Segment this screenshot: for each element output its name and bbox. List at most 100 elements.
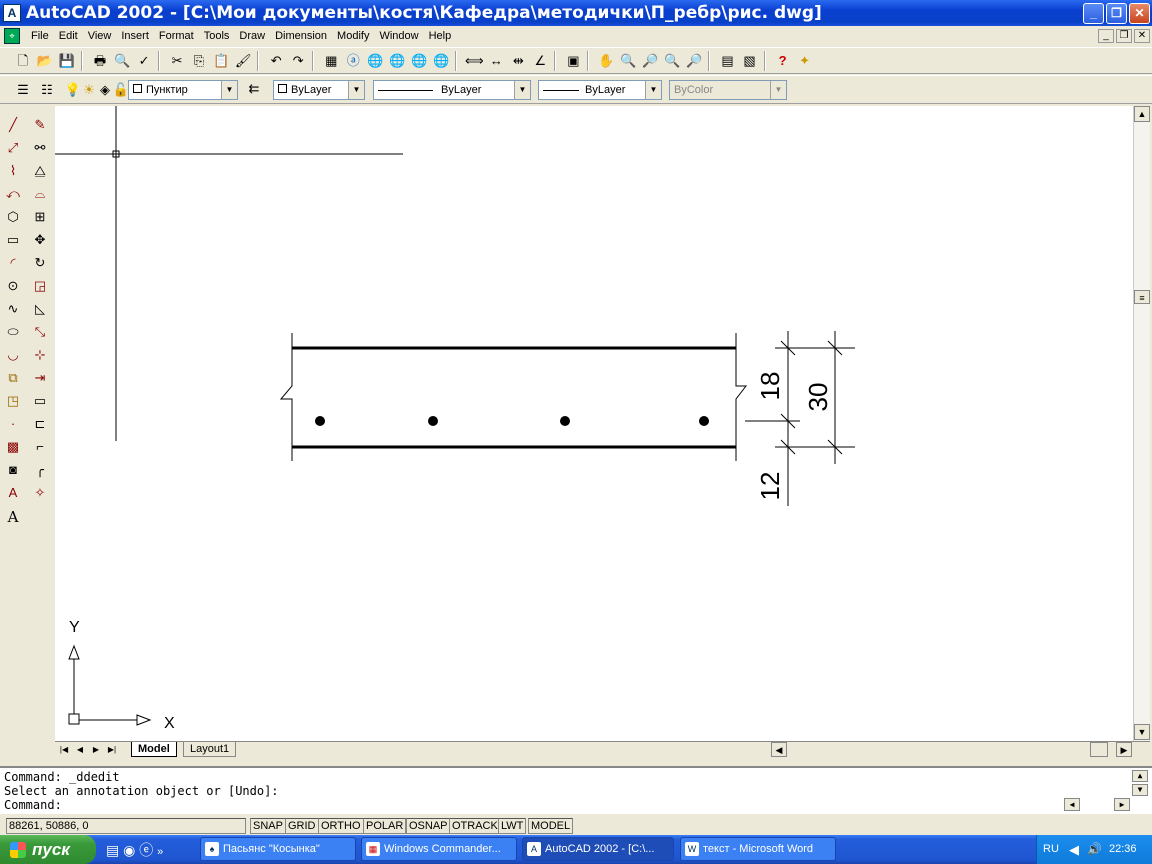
redo-icon[interactable]: ↷ [287,50,309,72]
language-indicator[interactable]: RU [1043,835,1059,864]
text-icon[interactable]: A [2,506,24,528]
snap-toggle[interactable]: SNAP [250,818,286,834]
make-block-icon[interactable]: ◳ [2,390,24,412]
region-icon[interactable]: ◙ [2,459,24,481]
vertical-scrollbar[interactable]: ▲ ≡ ▼ [1133,106,1150,742]
task-solitaire[interactable]: ♠ Пасьянс "Косынка" [200,837,356,861]
tab-layout1[interactable]: Layout1 [183,742,237,757]
lineweight-select[interactable]: ByLayer ▼ [538,80,662,100]
break-at-point-icon[interactable]: ▭ [29,390,51,412]
explode-icon[interactable]: ✧ [29,482,51,504]
web-icon-3[interactable]: 🌐 [408,50,430,72]
layer-select[interactable]: Пунктир ▼ [128,80,238,100]
document-icon[interactable]: ⌖ [4,28,20,44]
undo-icon[interactable]: ↶ [265,50,287,72]
doc-minimize-button[interactable]: _ [1098,29,1114,43]
zoom-extents-icon[interactable]: 🔎 [683,50,705,72]
mtext-icon[interactable]: A [2,482,24,504]
ortho-toggle[interactable]: ORTHO [318,818,364,834]
properties-icon[interactable]: ▣ [562,50,584,72]
match-properties-icon[interactable]: 🖌 [232,50,254,72]
lengthen-icon[interactable]: ⤡ [29,321,51,343]
menu-modify[interactable]: Modify [332,30,374,42]
ellipse-icon[interactable]: ⬭ [2,321,24,343]
rotate-icon[interactable]: ↻ [29,252,51,274]
arc-icon[interactable]: ◜ [2,252,24,274]
command-prompt[interactable]: Command: [4,798,1152,812]
copy-icon[interactable]: ⎘ [188,50,210,72]
doc-restore-button[interactable]: ❐ [1116,29,1132,43]
insert-block-icon[interactable]: ⧉ [2,367,24,389]
cmd-scroll-right-icon[interactable]: ▶ [1114,798,1130,811]
linetype-select[interactable]: ByLayer ▼ [373,80,531,100]
print-icon[interactable]: 🖶 [89,50,111,72]
quicklaunch-desktop-icon[interactable]: ▤ [106,842,119,858]
task-word[interactable]: Wтекст - Microsoft Word [680,837,836,861]
ellipse-arc-icon[interactable]: ◡ [2,344,24,366]
rectangle-icon[interactable]: ▭ [2,229,24,251]
fillet-icon[interactable]: ╭ [29,459,51,481]
task-autocad[interactable]: A AutoCAD 2002 - [C:\... [522,837,674,861]
new-icon[interactable]: 🗋 [12,50,34,72]
menu-dimension[interactable]: Dimension [270,30,332,42]
lwt-toggle[interactable]: LWT [498,818,527,834]
menu-format[interactable]: Format [154,30,199,42]
design-center-icon[interactable]: ▦ [320,50,342,72]
first-tab-icon[interactable]: |◀ [57,743,71,756]
dim-angular-icon[interactable]: ∠ [529,50,551,72]
restore-button[interactable]: ❐ [1106,3,1127,24]
scale-icon[interactable]: ◲ [29,275,51,297]
otrack-toggle[interactable]: OTRACK [449,818,501,834]
menu-window[interactable]: Window [374,30,423,42]
menu-tools[interactable]: Tools [199,30,235,42]
open-icon[interactable]: 📂 [34,50,56,72]
offset-icon[interactable]: ⌓ [29,183,51,205]
hexagon-icon[interactable]: ⬡ [2,206,24,228]
prev-tab-icon[interactable]: ◀ [73,743,87,756]
tool-palette-icon[interactable]: ▧ [739,50,761,72]
drawing-area[interactable]: 18 30 12 X Y [55,106,1133,742]
scroll-left-icon[interactable]: ◀ [771,742,787,757]
mirror-icon[interactable]: ⧋ [29,160,51,182]
make-current-layer-icon[interactable]: ☷ [36,79,58,101]
menu-edit[interactable]: Edit [54,30,83,42]
xline-icon[interactable]: ⤢ [2,137,24,159]
today-icon[interactable]: ✦ [794,50,816,72]
polygon-icon[interactable]: ⤺ [2,183,24,205]
web-icon-4[interactable]: 🌐 [430,50,452,72]
polar-toggle[interactable]: POLAR [363,818,407,834]
hscroll-thumb[interactable] [1090,742,1108,757]
zoom-realtime-icon[interactable]: 🔍 [617,50,639,72]
spelling-icon[interactable]: ✓ [133,50,155,72]
dim-aligned-icon[interactable]: ↔ [485,50,507,72]
extend-icon[interactable]: ⇥ [29,367,51,389]
dim-linear-icon[interactable]: ⟺ [463,50,485,72]
hyperlink-icon[interactable]: ⓐ [342,50,364,72]
paste-icon[interactable]: 📋 [210,50,232,72]
layers-icon[interactable]: ☰ [12,79,34,101]
line-icon[interactable]: ╱ [2,114,24,136]
cut-icon[interactable]: ✂ [166,50,188,72]
minimize-button[interactable]: _ [1083,3,1104,24]
dim-label-18[interactable]: 18 [755,372,785,401]
quicklaunch-ie-icon[interactable]: ⓔ [139,842,153,858]
web-icon-2[interactable]: 🌐 [386,50,408,72]
help-icon[interactable]: ? [772,50,794,72]
model-toggle[interactable]: MODEL [528,818,574,834]
scroll-up-icon[interactable]: ▲ [1134,106,1150,122]
pan-icon[interactable]: ✋ [595,50,617,72]
volume-icon[interactable]: 🔊 [1087,835,1102,864]
color-select[interactable]: ByLayer ▼ [273,80,365,100]
zoom-previous-icon[interactable]: 🔍 [661,50,683,72]
table-icon[interactable]: ▤ [717,50,739,72]
tab-model[interactable]: Model [131,742,177,757]
next-tab-icon[interactable]: ▶ [89,743,103,756]
erase-icon[interactable]: ✎ [29,114,51,136]
point-icon[interactable]: · [2,413,24,435]
dim-continue-icon[interactable]: ⇹ [507,50,529,72]
grid-toggle[interactable]: GRID [285,818,319,834]
menu-help[interactable]: Help [424,30,457,42]
polyline-icon[interactable]: ⌇ [2,160,24,182]
circle-icon[interactable]: ⊙ [2,275,24,297]
cmd-scroll-up-icon[interactable]: ▲ [1132,770,1148,782]
